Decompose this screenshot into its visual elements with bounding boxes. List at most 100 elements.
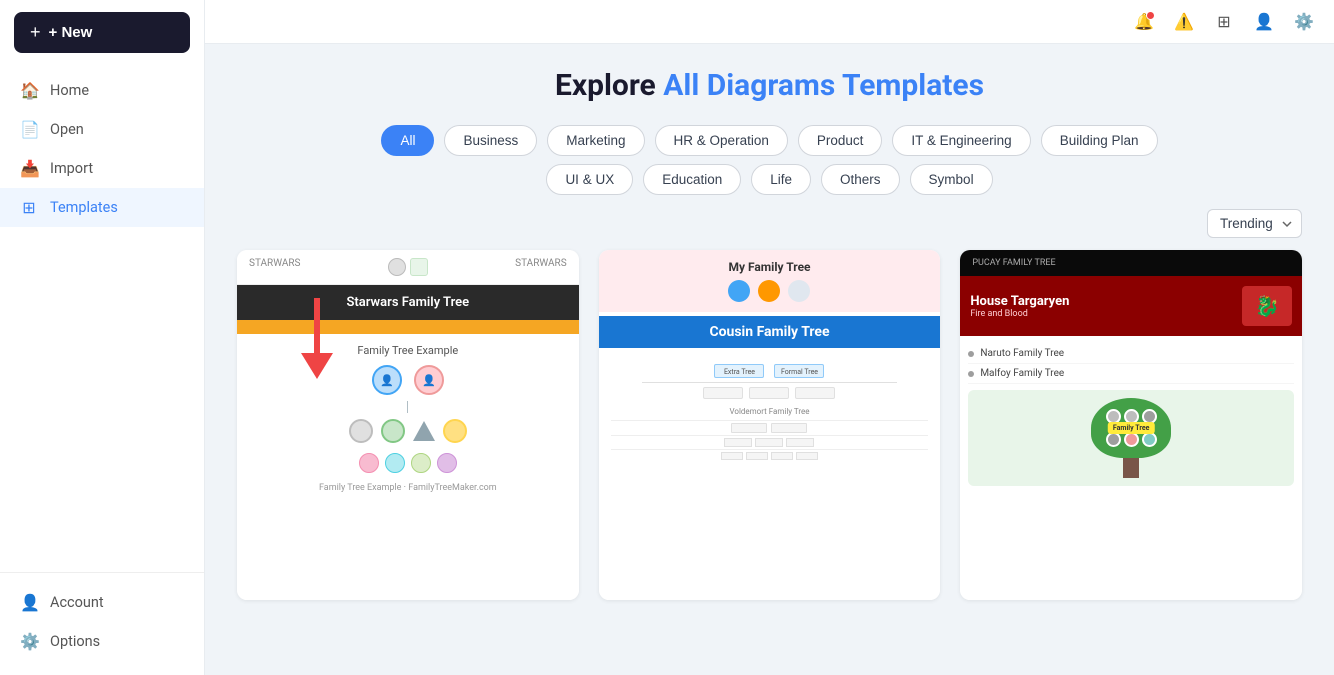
topbar: 🔔 ⚠️ ⊞ 👤 ⚙️ [205, 0, 1334, 44]
sidebar-item-import-label: Import [50, 160, 93, 177]
options-icon: ⚙️ [20, 632, 38, 651]
sidebar-item-options[interactable]: ⚙️ Options [0, 622, 204, 661]
tree-trunk [1123, 458, 1139, 478]
family-tree-canopy-label: Family Tree [1108, 422, 1154, 434]
tree-node-4 [381, 419, 405, 443]
filter-others[interactable]: Others [821, 164, 900, 195]
dragon-icon: 🐉 [1242, 286, 1292, 326]
tree-node-5 [443, 419, 467, 443]
open-icon: 📄 [20, 120, 38, 139]
card2-avatar-3 [788, 280, 810, 302]
vt-line-3 [611, 449, 929, 450]
tree-canopy: Family Tree [1091, 398, 1171, 458]
card1-avatars [388, 258, 428, 276]
canopy-avatar-4 [1106, 432, 1121, 447]
filter-product[interactable]: Product [798, 125, 883, 156]
naruto-label: Naruto Family Tree [980, 348, 1064, 359]
tree-node-1: 👤 [372, 365, 402, 395]
title-prefix: Explore [555, 68, 663, 103]
templates-grid: STARWARS STARWARS Starwars Family Tree F… [237, 250, 1302, 600]
tree-node-8 [411, 453, 431, 473]
card3-tree-section: Family Tree [968, 390, 1294, 486]
targaryen-text-group: House Targaryen Fire and Blood [970, 294, 1069, 319]
tree-node-2: 👤 [414, 365, 444, 395]
alert-icon[interactable]: ⚠️ [1170, 8, 1198, 36]
voldemort-label: Voldemort Family Tree [611, 407, 929, 416]
sidebar-item-import[interactable]: 📥 Import [0, 149, 204, 188]
filter-education[interactable]: Education [643, 164, 741, 195]
sidebar-item-account-label: Account [50, 594, 104, 611]
filter-it-engineering[interactable]: IT & Engineering [892, 125, 1030, 156]
new-button[interactable]: + + New [14, 12, 190, 53]
filter-all[interactable]: All [381, 125, 434, 156]
canopy-avatar-6 [1142, 432, 1157, 447]
home-icon: 🏠 [20, 81, 38, 100]
sidebar-item-home-label: Home [50, 82, 89, 99]
vt-box-4 [755, 438, 783, 447]
vt-line-2 [611, 435, 929, 436]
filter-row-1: All Business Marketing HR & Operation Pr… [237, 125, 1302, 156]
card1-top-bar: STARWARS STARWARS [237, 250, 579, 285]
card1-footer-text: Family Tree Example · FamilyTreeMaker.co… [247, 483, 569, 493]
card2-tree: Extra Tree Formal Tree [611, 364, 929, 399]
filter-building-plan[interactable]: Building Plan [1041, 125, 1158, 156]
tree-node-6 [359, 453, 379, 473]
card2-avatar-1 [728, 280, 750, 302]
sidebar-item-templates[interactable]: ⊞ Templates [0, 188, 204, 227]
sidebar-item-account[interactable]: 👤 Account [0, 583, 204, 622]
page-title: Explore All Diagrams Templates [237, 68, 1302, 103]
sidebar-item-open-label: Open [50, 121, 84, 138]
filter-business[interactable]: Business [444, 125, 537, 156]
card2-avatars [609, 280, 931, 302]
card3-red-banner: House Targaryen Fire and Blood 🐉 [960, 276, 1302, 336]
sidebar-item-options-label: Options [50, 633, 100, 650]
vt-box-5 [786, 438, 814, 447]
template-card-2[interactable]: My Family Tree Cousin Family Tree Extr [599, 250, 941, 600]
vt-row-2 [611, 438, 929, 447]
filter-symbol[interactable]: Symbol [910, 164, 993, 195]
filter-hr-operation[interactable]: HR & Operation [655, 125, 788, 156]
user-icon[interactable]: 👤 [1250, 8, 1278, 36]
filter-ui-ux[interactable]: UI & UX [546, 164, 633, 195]
card3-preview: PUCAY FAMILY TREE House Targaryen Fire a… [960, 250, 1302, 600]
sort-select[interactable]: Trending Newest Popular [1207, 209, 1302, 238]
templates-icon: ⊞ [20, 198, 38, 217]
sidebar-item-home[interactable]: 🏠 Home [0, 71, 204, 110]
vt-row-1 [611, 423, 929, 433]
card2-connector-1 [642, 382, 896, 383]
tree-connector [407, 401, 408, 413]
card2-mini-box-3 [795, 387, 835, 399]
vt-row-3 [611, 452, 929, 460]
template-card-3[interactable]: PUCAY FAMILY TREE House Targaryen Fire a… [960, 250, 1302, 600]
new-button-label: + New [49, 24, 93, 41]
sort-row: Trending Newest Popular [237, 209, 1302, 238]
main-content: 🔔 ⚠️ ⊞ 👤 ⚙️ Explore All Diagrams Templat… [205, 0, 1334, 675]
cartoon-tree: Family Tree [1091, 398, 1171, 478]
sidebar-item-open[interactable]: 📄 Open [0, 110, 204, 149]
settings-icon[interactable]: ⚙️ [1290, 8, 1318, 36]
tree-node-3 [349, 419, 373, 443]
card2-tree-row-2 [703, 387, 835, 399]
card1-avatar-1 [388, 258, 406, 276]
tree-node-7 [385, 453, 405, 473]
vt-box-3 [724, 438, 752, 447]
card1-preview: STARWARS STARWARS Starwars Family Tree F… [237, 250, 579, 600]
sidebar-bottom: 👤 Account ⚙️ Options [0, 572, 204, 675]
notifications-icon[interactable]: 🔔 [1130, 8, 1158, 36]
card3-body: Naruto Family Tree Malfoy Family Tree [960, 336, 1302, 494]
filter-marketing[interactable]: Marketing [547, 125, 644, 156]
card1-label-right: STARWARS [515, 258, 567, 276]
card1-body: Family Tree Example 👤 👤 [237, 334, 579, 600]
plus-icon: + [30, 22, 41, 43]
vt-box-6 [721, 452, 743, 460]
card3-list-item-2: Malfoy Family Tree [968, 364, 1294, 384]
filter-life[interactable]: Life [751, 164, 811, 195]
vt-box-1 [731, 423, 767, 433]
tree-row-3 [359, 453, 457, 473]
sidebar: + + New 🏠 Home 📄 Open 📥 Import ⊞ Templat… [0, 0, 205, 675]
canopy-inner: Family Tree [1099, 406, 1163, 450]
grid-icon[interactable]: ⊞ [1210, 8, 1238, 36]
template-card-1[interactable]: STARWARS STARWARS Starwars Family Tree F… [237, 250, 579, 600]
card2-body: Extra Tree Formal Tree Voldemort F [599, 352, 941, 468]
card3-list-item-1: Naruto Family Tree [968, 344, 1294, 364]
